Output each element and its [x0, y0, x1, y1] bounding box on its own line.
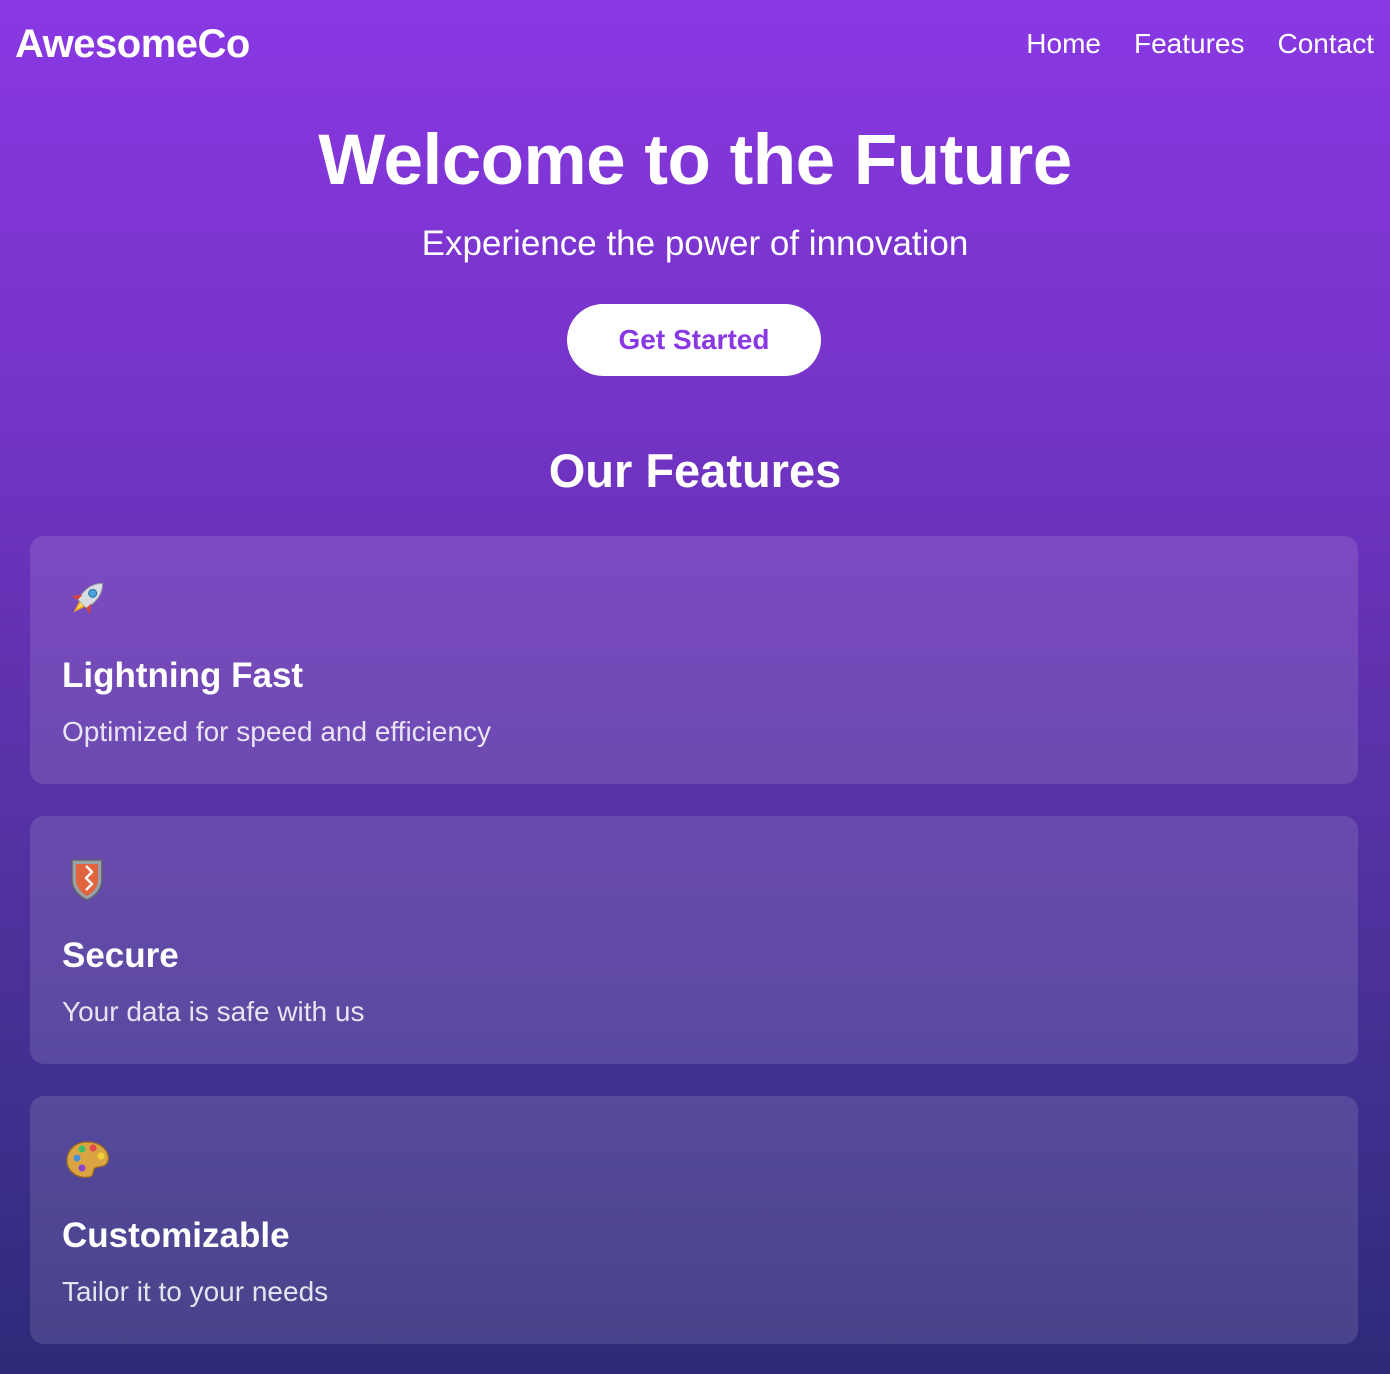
features-title: Our Features [548, 444, 842, 497]
nav-link-features[interactable]: Features [1134, 26, 1245, 62]
feature-description: Optimized for speed and efficiency [62, 716, 492, 747]
get-started-button[interactable]: Get Started [567, 304, 821, 376]
feature-card-customizable: Customizable Tailor it to your needs [30, 1096, 1358, 1344]
nav-links: Home Features Contact [1026, 26, 1374, 62]
hero-subtitle: Experience the power of innovation [421, 224, 969, 263]
feature-description: Your data is safe with us [62, 996, 365, 1027]
feature-title: Secure [62, 936, 179, 975]
nav-link-home[interactable]: Home [1026, 26, 1101, 62]
logo[interactable]: AwesomeCo [15, 20, 250, 68]
feature-title: Customizable [62, 1216, 290, 1255]
shield-icon [62, 854, 112, 904]
nav-link-contact[interactable]: Contact [1278, 26, 1375, 62]
hero-title: Welcome to the Future [318, 121, 1072, 200]
feature-title: Lightning Fast [62, 656, 304, 695]
feature-description: Tailor it to your needs [62, 1276, 329, 1307]
rocket-icon [62, 574, 112, 624]
feature-card-lightning-fast: Lightning Fast Optimized for speed and e… [30, 536, 1358, 784]
feature-card-secure: Secure Your data is safe with us [30, 816, 1358, 1064]
top-nav: AwesomeCo Home Features Contact [0, 0, 1390, 88]
palette-icon [62, 1134, 112, 1184]
